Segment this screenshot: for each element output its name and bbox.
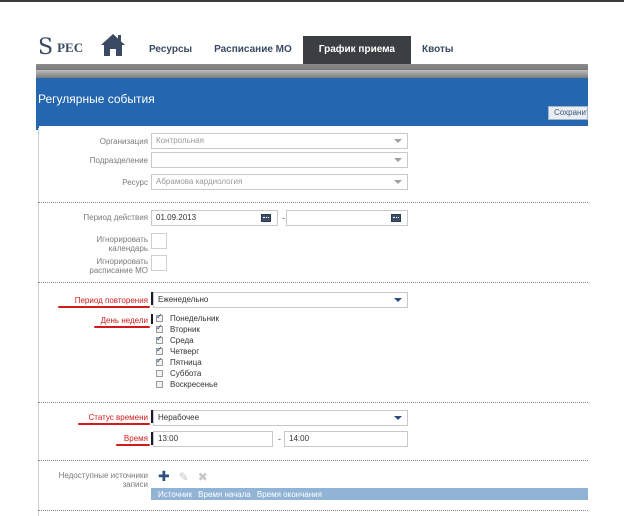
app-logo[interactable]: S РЕС	[38, 34, 83, 62]
checkbox-icon[interactable]	[156, 334, 163, 344]
ignore-schedule-label-line2: расписание МО	[89, 266, 148, 275]
logo-text: РЕС	[57, 40, 84, 55]
time-to-input[interactable]: 14:00	[284, 431, 408, 447]
weekday-label: День недели	[100, 316, 148, 325]
chevron-down-icon	[394, 158, 402, 162]
sources-toolbar: ✚ ✎ ✖	[158, 470, 217, 484]
header-divider-lower	[36, 70, 588, 78]
save-button[interactable]: Сохранить	[548, 106, 588, 120]
ignore-schedule-label: Игнорировать расписание МО	[38, 257, 148, 275]
event-form: Организация Контрольная Подразделение Ре…	[38, 128, 588, 516]
annotation-underline	[94, 326, 150, 328]
top-border	[0, 0, 624, 2]
ignore-schedule-checkbox[interactable]	[151, 255, 167, 271]
weekday-label-thursday: Четверг	[170, 347, 200, 356]
department-select[interactable]	[151, 152, 408, 168]
chevron-down-icon	[394, 416, 402, 420]
weekday-friday[interactable]: Пятница	[156, 356, 202, 368]
calendar-icon[interactable]	[391, 214, 401, 222]
ignore-calendar-label: Игнорировать календарь	[38, 235, 148, 253]
section-divider	[38, 282, 588, 283]
ignore-calendar-label-line2: календарь	[108, 244, 148, 253]
weekday-label-friday: Пятница	[170, 358, 202, 367]
checkbox-icon[interactable]	[156, 312, 163, 322]
status-value: Нерабочее	[158, 413, 200, 422]
delete-icon[interactable]: ✖	[198, 471, 208, 483]
edit-icon[interactable]: ✎	[179, 471, 189, 483]
add-icon[interactable]: ✚	[158, 470, 170, 484]
resource-label: Ресурс	[122, 178, 148, 187]
resource-value: Абрамова кардиология	[156, 177, 243, 186]
unavailable-sources-label-line2: записи	[122, 480, 148, 489]
column-header-source[interactable]: Источник	[158, 490, 192, 499]
organization-value: Контрольная	[156, 136, 204, 145]
weekday-label-tuesday: Вторник	[170, 325, 200, 334]
time-to-value: 14:00	[289, 434, 310, 443]
status-label: Статус времени	[88, 413, 149, 422]
weekday-label-wednesday: Среда	[170, 336, 194, 345]
checkbox-icon[interactable]	[156, 370, 163, 377]
annotation-underline	[58, 306, 150, 308]
period-from-value: 01.09.2013	[156, 213, 197, 222]
section-divider	[38, 202, 588, 203]
checkbox-icon[interactable]	[156, 381, 163, 388]
weekday-saturday[interactable]: Суббота	[156, 368, 201, 379]
ignore-calendar-label-line1: Игнорировать	[96, 235, 148, 244]
page-banner: Регулярные события Сохранить	[36, 78, 588, 126]
repeat-period-value: Еженедельно	[158, 295, 209, 304]
chevron-down-icon	[394, 298, 402, 302]
page-title: Регулярные события	[38, 92, 155, 106]
annotation-underline	[78, 423, 150, 425]
ignore-calendar-checkbox[interactable]	[151, 233, 167, 249]
section-divider	[38, 460, 588, 461]
checkbox-icon[interactable]	[156, 356, 163, 366]
repeat-period-label: Период повторения	[74, 296, 148, 305]
unavailable-sources-label: Недоступные источники записи	[38, 471, 148, 489]
calendar-icon[interactable]	[261, 214, 271, 222]
weekday-monday[interactable]: Понедельник	[156, 312, 219, 324]
time-from-value: 13:00	[158, 434, 179, 443]
chevron-down-icon	[394, 180, 402, 184]
time-dash: -	[278, 434, 281, 444]
organization-select[interactable]: Контрольная	[151, 133, 408, 149]
section-divider	[38, 402, 588, 403]
time-from-input[interactable]: 13:00	[153, 431, 273, 447]
home-icon[interactable]	[100, 32, 126, 58]
annotation-underline	[116, 444, 150, 446]
period-to-input[interactable]	[286, 210, 408, 226]
time-label: Время	[123, 434, 148, 443]
checkbox-icon[interactable]	[156, 323, 163, 333]
sources-grid-header: Источник Время начала Время окончания	[151, 488, 588, 500]
focus-marker	[151, 314, 153, 324]
period-label: Период действия	[83, 213, 148, 222]
status-select[interactable]: Нерабочее	[153, 410, 408, 426]
period-dash: -	[282, 213, 285, 223]
organization-label: Организация	[99, 137, 148, 146]
logo-glyph: S	[38, 35, 54, 60]
column-header-start-time[interactable]: Время начала	[198, 490, 251, 499]
department-label: Подразделение	[89, 156, 148, 165]
ignore-schedule-label-line1: Игнорировать	[96, 257, 148, 266]
repeat-period-select[interactable]: Еженедельно	[153, 292, 408, 308]
section-divider	[38, 510, 588, 511]
resource-select[interactable]: Абрамова кардиология	[151, 174, 408, 190]
unavailable-sources-label-line1: Недоступные источники	[58, 471, 148, 480]
weekday-label-sunday: Воскресенье	[170, 380, 218, 389]
column-header-end-time[interactable]: Время окончания	[257, 490, 322, 499]
weekday-sunday[interactable]: Воскресенье	[156, 379, 218, 390]
chevron-down-icon	[394, 139, 402, 143]
period-from-input[interactable]: 01.09.2013	[151, 210, 278, 226]
weekday-label-monday: Понедельник	[170, 314, 219, 323]
weekday-label-saturday: Суббота	[170, 369, 202, 378]
checkbox-icon[interactable]	[156, 345, 163, 355]
